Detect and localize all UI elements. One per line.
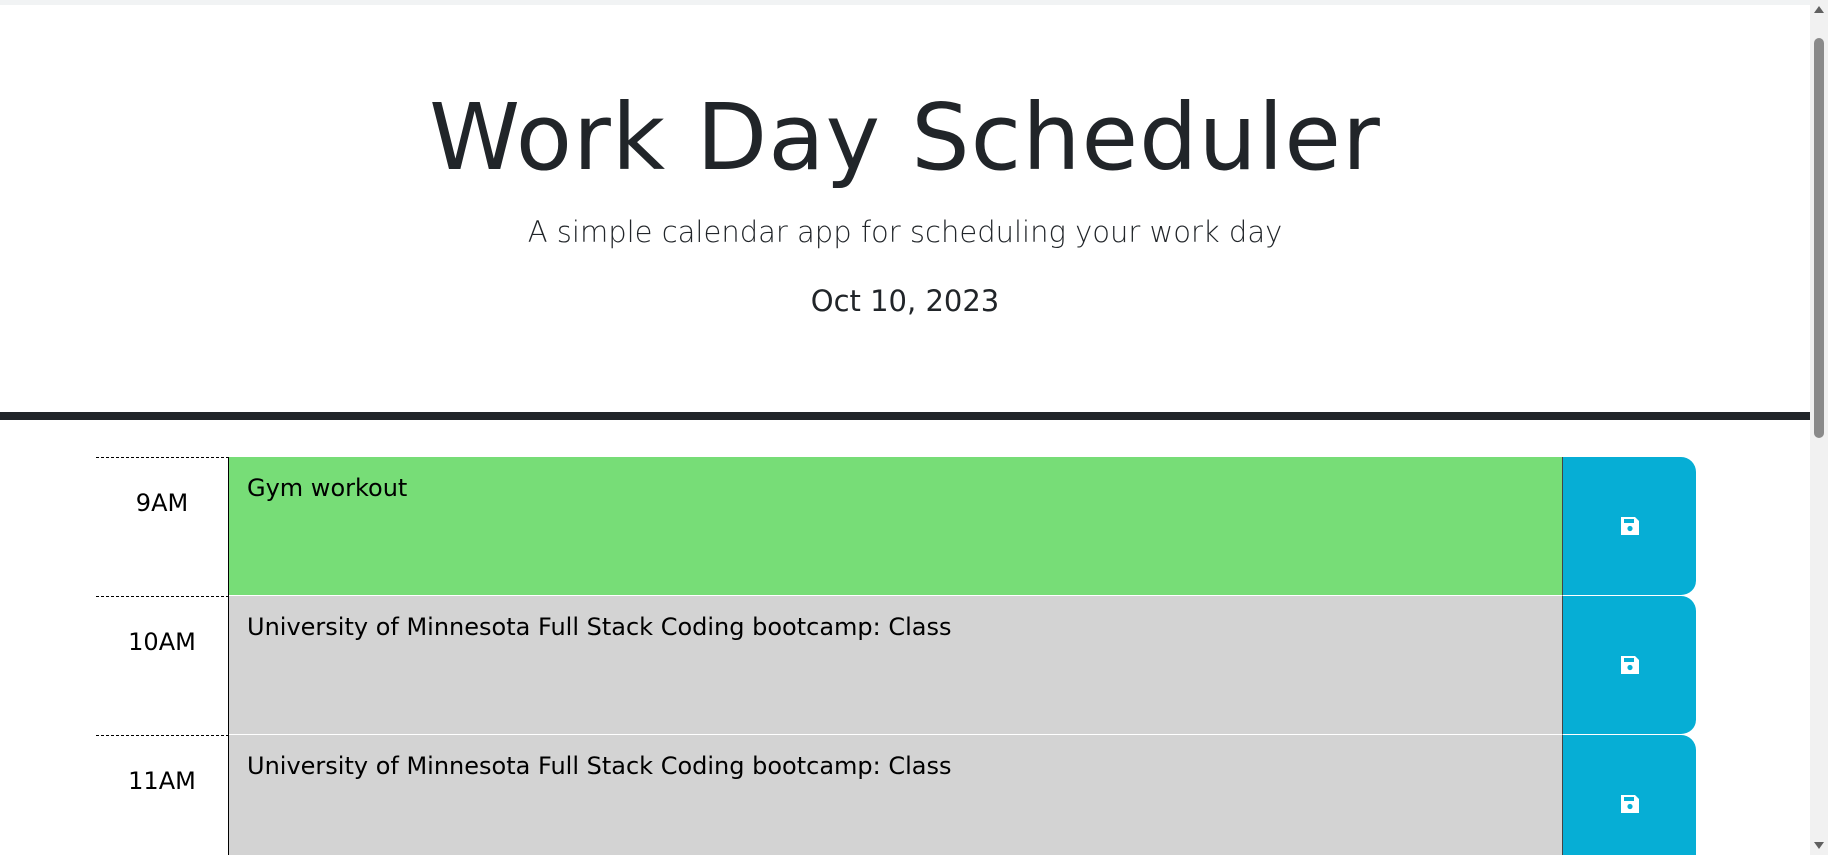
time-block-9am: 9AM Gym workout xyxy=(96,457,1698,596)
save-icon xyxy=(1620,656,1639,674)
scroll-up-arrow-icon[interactable] xyxy=(1814,6,1824,13)
description-textarea[interactable]: University of Minnesota Full Stack Codin… xyxy=(229,735,1563,855)
header-divider xyxy=(0,412,1810,420)
save-icon xyxy=(1620,517,1639,535)
vertical-scrollbar[interactable] xyxy=(1810,0,1828,855)
description-textarea[interactable]: University of Minnesota Full Stack Codin… xyxy=(229,596,1563,735)
save-button[interactable] xyxy=(1563,457,1696,596)
page-title: Work Day Scheduler xyxy=(429,84,1381,191)
description-textarea[interactable]: Gym workout xyxy=(229,457,1563,596)
page: Work Day Scheduler A simple calendar app… xyxy=(0,0,1828,855)
save-icon xyxy=(1620,795,1639,813)
save-button[interactable] xyxy=(1563,596,1696,735)
time-block-11am: 11AM University of Minnesota Full Stack … xyxy=(96,735,1698,855)
hour-label: 11AM xyxy=(96,735,229,855)
hour-label: 9AM xyxy=(96,457,229,596)
save-button[interactable] xyxy=(1563,735,1696,855)
scroll-down-arrow-icon[interactable] xyxy=(1814,842,1824,849)
jumbotron-header: Work Day Scheduler A simple calendar app… xyxy=(0,5,1810,414)
page-lead: A simple calendar app for scheduling you… xyxy=(527,215,1283,249)
scrollbar-thumb[interactable] xyxy=(1814,38,1824,438)
current-day: Oct 10, 2023 xyxy=(810,284,1000,318)
hour-label: 10AM xyxy=(96,596,229,735)
time-block-10am: 10AM University of Minnesota Full Stack … xyxy=(96,596,1698,735)
time-block-list: 9AM Gym workout 10AM University of Minne… xyxy=(96,457,1698,855)
